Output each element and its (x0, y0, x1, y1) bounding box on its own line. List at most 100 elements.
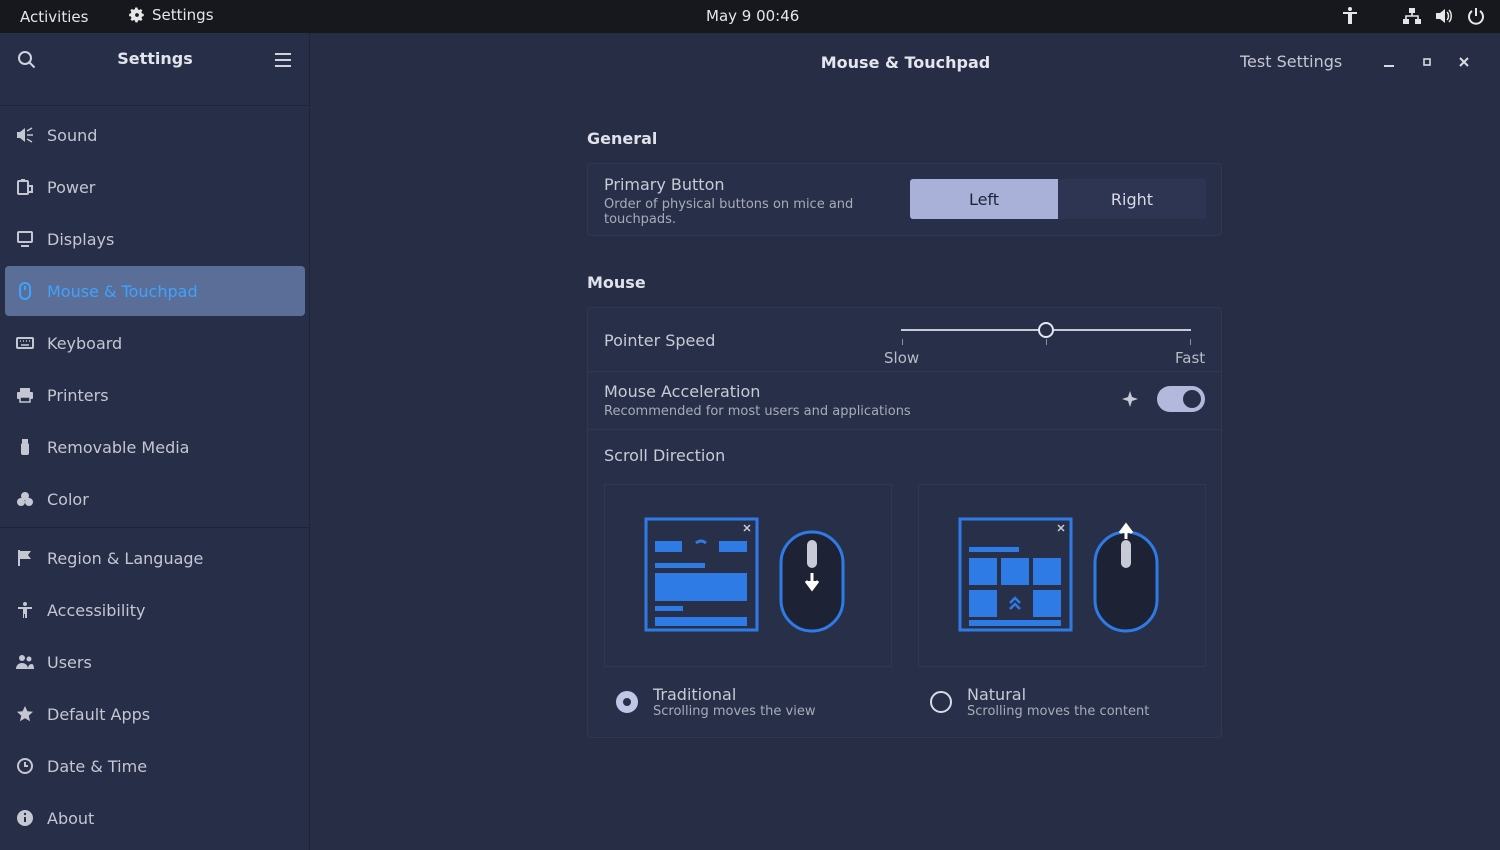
clock[interactable]: May 9 00:46 (706, 7, 799, 25)
mouse-icon (15, 281, 35, 301)
mouse-acceleration-toggle[interactable] (1157, 386, 1205, 412)
clock-icon (15, 756, 35, 776)
natural-scroll-illustration (958, 517, 1159, 633)
sidebar-item-sound[interactable]: Sound (5, 110, 305, 160)
maximize-icon (1423, 58, 1431, 66)
system-tray[interactable] (1328, 6, 1486, 26)
volume-icon[interactable] (1434, 6, 1454, 26)
minimize-icon (1384, 65, 1394, 67)
sidebar-item-label: Users (47, 652, 92, 672)
sidebar-item-displays[interactable]: Displays (5, 214, 305, 264)
sidebar-item-label: Keyboard (47, 333, 123, 353)
sidebar-item-label: Mouse & Touchpad (47, 281, 198, 301)
sidebar-item-color[interactable]: Color (5, 474, 305, 524)
sidebar-item-label: Default Apps (47, 704, 151, 724)
slider-tick (1190, 339, 1191, 345)
network-icon[interactable] (1402, 6, 1422, 26)
sidebar-item-keyboard[interactable]: Keyboard (5, 318, 305, 368)
monitor-icon (15, 229, 35, 249)
sidebar-item-mouse-touchpad[interactable]: Mouse & Touchpad (5, 266, 305, 316)
sidebar-item-label: Color (47, 489, 89, 509)
sidebar-item-printers[interactable]: Printers (5, 370, 305, 420)
star-icon (15, 704, 35, 724)
slider-tick (1046, 339, 1047, 345)
natural-title: Natural (967, 685, 1027, 704)
mouse-card: Pointer Speed Slow Fast Mouse Accelerati… (587, 307, 1222, 738)
primary-button-left-option[interactable]: Left (910, 179, 1058, 219)
sidebar-item-label: Removable Media (47, 437, 190, 457)
traditional-scroll-illustration (644, 517, 845, 633)
general-section-title: General (587, 129, 658, 148)
pointer-speed-row: Pointer Speed Slow Fast (588, 308, 1221, 372)
sidebar-item-removable-media[interactable]: Removable Media (5, 422, 305, 472)
close-icon (1459, 57, 1469, 67)
traditional-illustration[interactable] (604, 484, 892, 667)
hamburger-menu-icon[interactable] (272, 49, 294, 71)
sidebar: Settings Sound Power Displays Mouse & To… (0, 33, 310, 850)
sidebar-item-label: Date & Time (47, 756, 148, 776)
traditional-radio[interactable] (616, 691, 638, 713)
minimize-button[interactable] (1378, 51, 1400, 73)
maximize-button[interactable] (1416, 51, 1438, 73)
test-settings-button[interactable]: Test Settings (1240, 52, 1342, 71)
printer-icon (15, 385, 35, 405)
sidebar-item-label: Region & Language (47, 548, 204, 568)
top-bar: Activities Settings May 9 00:46 (0, 0, 1500, 33)
users-icon (15, 652, 35, 672)
natural-radio[interactable] (930, 691, 952, 713)
sidebar-title: Settings (117, 49, 193, 68)
sidebar-item-about[interactable]: About (5, 793, 305, 843)
slider-tick (902, 339, 903, 345)
primary-button-selector[interactable]: Left Right (910, 179, 1206, 219)
main-panel: Mouse & Touchpad Test Settings General P… (311, 33, 1500, 850)
traditional-title: Traditional (653, 685, 737, 704)
accessibility-icon[interactable] (1340, 6, 1360, 26)
traditional-subtitle: Scrolling moves the view (653, 704, 816, 719)
info-icon (15, 808, 35, 828)
sidebar-item-label: Printers (47, 385, 109, 405)
app-name: Settings (152, 6, 214, 24)
app-menu[interactable]: Settings (128, 6, 214, 24)
sidebar-item-default-apps[interactable]: Default Apps (5, 689, 305, 739)
pointer-speed-title: Pointer Speed (604, 331, 716, 350)
sidebar-item-power[interactable]: Power (5, 162, 305, 212)
color-icon (15, 489, 35, 509)
close-button[interactable] (1453, 51, 1475, 73)
mouse-section-title: Mouse (587, 273, 646, 292)
mouse-acceleration-subtitle: Recommended for most users and applicati… (604, 404, 911, 419)
battery-icon (15, 177, 35, 197)
slider-max-label: Fast (1175, 349, 1206, 367)
activities-button[interactable]: Activities (20, 8, 88, 26)
usb-icon (15, 437, 35, 457)
slider-min-label: Slow (884, 349, 920, 367)
natural-illustration[interactable] (918, 484, 1206, 667)
gear-icon (129, 7, 144, 23)
flag-icon (15, 548, 35, 568)
primary-button-right-option[interactable]: Right (1058, 179, 1206, 219)
mouse-acceleration-title: Mouse Acceleration (604, 382, 761, 401)
sidebar-header: Settings (0, 33, 310, 106)
speaker-icon (15, 125, 35, 145)
sidebar-item-label: Displays (47, 229, 115, 249)
sparkle-icon (1122, 391, 1138, 407)
keyboard-icon (15, 333, 35, 353)
sidebar-separator (0, 527, 310, 528)
primary-button-subtitle: Order of physical buttons on mice and to… (604, 197, 854, 227)
mouse-acceleration-row: Mouse Acceleration Recommended for most … (588, 372, 1221, 430)
sidebar-item-label: About (47, 808, 95, 828)
primary-button-card: Primary Button Order of physical buttons… (587, 163, 1222, 236)
toggle-knob (1183, 390, 1201, 408)
power-icon[interactable] (1466, 6, 1486, 26)
scroll-direction-title: Scroll Direction (604, 446, 726, 465)
sidebar-item-label: Accessibility (47, 600, 146, 620)
sidebar-item-region-language[interactable]: Region & Language (5, 533, 305, 583)
sidebar-item-label: Power (47, 177, 96, 197)
accessibility-icon (15, 600, 35, 620)
pointer-speed-slider-handle[interactable] (1038, 322, 1054, 338)
sidebar-item-date-time[interactable]: Date & Time (5, 741, 305, 791)
sidebar-item-users[interactable]: Users (5, 637, 305, 687)
sidebar-item-label: Sound (47, 125, 98, 145)
sidebar-item-accessibility[interactable]: Accessibility (5, 585, 305, 635)
natural-subtitle: Scrolling moves the content (967, 704, 1150, 719)
primary-button-title: Primary Button (604, 175, 725, 194)
